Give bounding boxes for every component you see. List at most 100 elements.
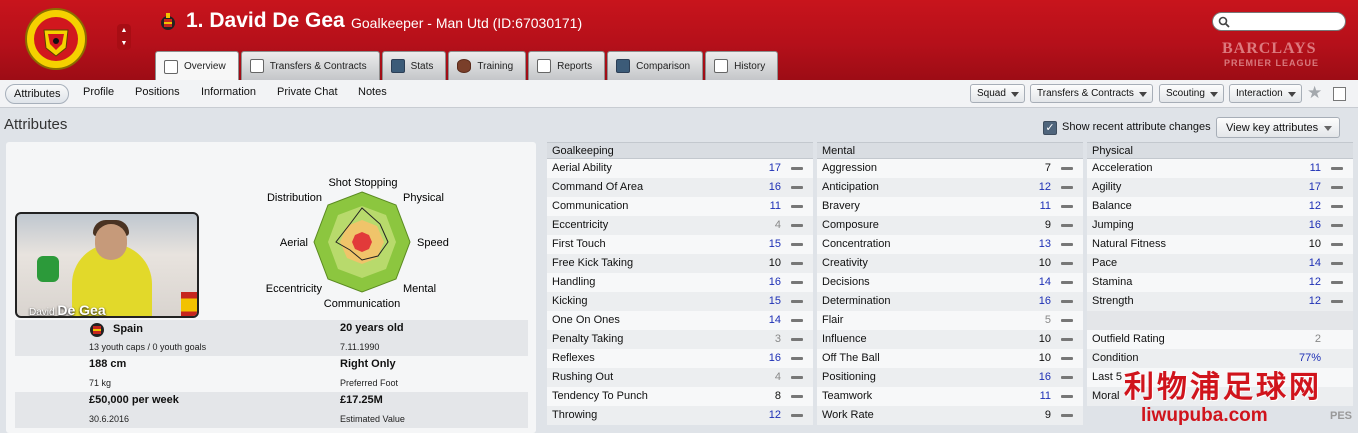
watermark-pes: PES — [1330, 410, 1353, 422]
tab-stats[interactable]: Stats — [381, 51, 447, 80]
tab-label: History — [734, 60, 766, 72]
attribute-row: Balance 12 — [1087, 197, 1353, 216]
attribute-row: Work Rate 9 — [817, 406, 1083, 425]
weight: 71 kg — [89, 378, 112, 388]
preferred-foot-label: Preferred Foot — [340, 378, 399, 388]
attribute-row: Teamwork 11 — [817, 387, 1083, 406]
no-change-dash-icon — [1331, 205, 1343, 208]
attribute-value: 4 — [774, 219, 781, 231]
no-change-dash-icon — [1061, 395, 1073, 398]
radar-label-shot-stopping: Shot Stopping — [328, 177, 397, 189]
attribute-name: Work Rate — [822, 409, 874, 421]
no-change-dash-icon — [1061, 224, 1073, 227]
no-change-dash-icon — [1331, 281, 1343, 284]
sponsor-line2: PREMIER LEAGUE — [1224, 58, 1320, 68]
subnav-private-chat[interactable]: Private Chat — [277, 86, 338, 98]
attribute-name: Penalty Taking — [552, 333, 624, 345]
attribute-value: 11 — [769, 200, 781, 212]
add-note-icon[interactable] — [1333, 87, 1346, 101]
show-recent-changes-checkbox[interactable]: ✓ — [1043, 121, 1057, 135]
attribute-value: 4 — [774, 371, 781, 383]
tab-training[interactable]: Training — [448, 51, 527, 80]
attribute-value: 11 — [1039, 200, 1051, 212]
tab-reports[interactable]: Reports — [528, 51, 606, 80]
radar-label-aerial: Aerial — [280, 237, 308, 249]
subnav-profile[interactable]: Profile — [83, 86, 114, 98]
youth-caps: 13 youth caps / 0 youth goals — [89, 342, 207, 352]
subnav-attributes[interactable]: Attributes — [5, 84, 70, 104]
sponsor-logo: BARCLAYS PREMIER LEAGUE — [1190, 30, 1358, 80]
no-change-dash-icon — [791, 414, 803, 417]
mental-rows: Aggression 7 Anticipation 12 Bravery 11 Compos… — [817, 159, 1083, 425]
attribute-name: Throwing — [552, 409, 598, 421]
attribute-row: Command Of Area 16 — [547, 178, 813, 197]
attribute-name: Natural Fitness — [1092, 238, 1166, 250]
document-icon — [249, 59, 264, 73]
mental-header: Mental — [817, 142, 1083, 159]
scouting-dropdown[interactable]: Scouting — [1159, 84, 1224, 103]
attribute-row: Aerial Ability 17 — [547, 159, 813, 178]
no-change-dash-icon — [1061, 357, 1073, 360]
show-recent-changes-label: Show recent attribute changes — [1062, 121, 1211, 133]
no-change-dash-icon — [1331, 224, 1343, 227]
attribute-row: Composure 9 — [817, 216, 1083, 235]
attribute-name: Flair — [822, 314, 844, 326]
attribute-row: Jumping 16 — [1087, 216, 1353, 235]
tab-overview[interactable]: Overview — [155, 51, 239, 80]
goalkeeping-rows: Aerial Ability 17 Command Of Area 16 Communi… — [547, 159, 813, 425]
attribute-name: Communication — [552, 200, 629, 212]
no-change-dash-icon — [791, 224, 803, 227]
tab-comparison[interactable]: Comparison — [607, 51, 704, 80]
attribute-row: Agility 17 — [1087, 178, 1353, 197]
attribute-name: Composure — [822, 219, 879, 231]
transfers-contracts-dropdown[interactable]: Transfers & Contracts — [1030, 84, 1153, 103]
date-of-birth: 7.11.1990 — [340, 342, 380, 352]
attribute-value: 5 — [1044, 314, 1051, 326]
attribute-name: Reflexes — [552, 352, 595, 364]
sub-navigation: Attributes Profile Positions Information… — [0, 80, 1358, 108]
subnav-information[interactable]: Information — [201, 86, 256, 98]
overview-icon — [164, 59, 178, 74]
sponsor-line1: BARCLAYS — [1222, 40, 1317, 57]
no-change-dash-icon — [791, 300, 803, 303]
favourite-star-icon[interactable]: ★ — [1307, 83, 1322, 103]
spain-flag-icon — [181, 292, 197, 316]
mental-column: Mental Aggression 7 Anticipation 12 Bravery 1… — [817, 142, 1083, 425]
attribute-row: Handling 16 — [547, 273, 813, 292]
no-change-dash-icon — [1331, 186, 1343, 189]
photo-caption: David De Gea — [29, 302, 106, 316]
search-input[interactable] — [1212, 12, 1346, 31]
attribute-value: 14 — [1308, 257, 1321, 269]
watermark-text: 利物浦足球网 — [1124, 370, 1322, 405]
attribute-name: Pace — [1092, 257, 1118, 269]
attribute-value: 16 — [1038, 371, 1051, 383]
attribute-name: Aggression — [822, 162, 878, 174]
attribute-row: Communication 11 — [547, 197, 813, 216]
view-key-attributes-dropdown[interactable]: View key attributes — [1216, 117, 1340, 138]
interaction-dropdown[interactable]: Interaction — [1229, 84, 1302, 103]
squad-dropdown[interactable]: Squad — [970, 84, 1025, 103]
attribute-row: First Touch 15 — [547, 235, 813, 254]
subnav-positions[interactable]: Positions — [135, 86, 180, 98]
attribute-value: 10 — [1038, 352, 1051, 364]
attribute-row: Pace 14 — [1087, 254, 1353, 273]
radar-label-eccentricity: Eccentricity — [266, 283, 323, 295]
attribute-row: Kicking 15 — [547, 292, 813, 311]
tab-transfers-contracts[interactable]: Transfers & Contracts — [240, 51, 380, 80]
player-nav-updown-button[interactable]: ▲ ▼ — [117, 24, 131, 50]
attribute-value: 14 — [768, 314, 781, 326]
attribute-row: Tendency To Punch 8 — [547, 387, 813, 406]
spain-federation-icon — [90, 323, 104, 337]
no-change-dash-icon — [1061, 376, 1073, 379]
attribute-name: Kicking — [552, 295, 588, 307]
attribute-value: 16 — [1308, 219, 1321, 231]
subnav-notes[interactable]: Notes — [358, 86, 387, 98]
tab-history[interactable]: History — [705, 51, 779, 80]
no-change-dash-icon — [1061, 319, 1073, 322]
attribute-row: Influence 10 — [817, 330, 1083, 349]
attribute-value: 17 — [1308, 181, 1321, 193]
attribute-value: 7 — [1044, 162, 1051, 174]
tab-bar: Overview Transfers & Contracts Stats Tra… — [155, 51, 779, 80]
attribute-value: 2 — [1314, 333, 1321, 345]
no-change-dash-icon — [1061, 300, 1073, 303]
